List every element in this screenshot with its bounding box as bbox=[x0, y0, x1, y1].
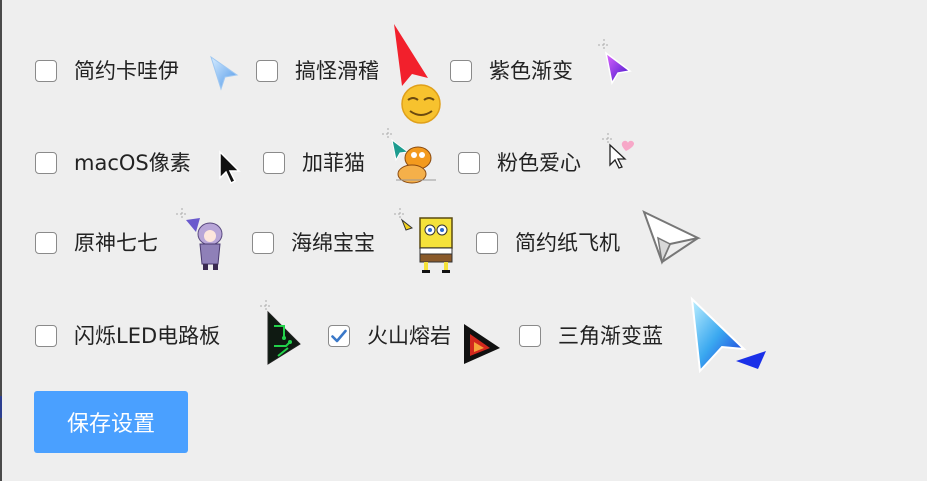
garfield-cursor-icon bbox=[378, 126, 438, 186]
checkbox[interactable] bbox=[35, 232, 57, 254]
option-label: 加菲猫 bbox=[302, 151, 365, 175]
option-label: 火山熔岩 bbox=[367, 324, 451, 348]
checkbox[interactable] bbox=[252, 232, 274, 254]
purple-gradient-cursor-icon bbox=[590, 37, 634, 87]
option-pink-heart[interactable]: 粉色爱心 bbox=[458, 151, 581, 175]
option-label: 粉色爱心 bbox=[497, 151, 581, 175]
option-volcano-lava[interactable]: 火山熔岩 bbox=[328, 324, 451, 348]
option-blue-triangle-gradient[interactable]: 三角渐变蓝 bbox=[519, 324, 663, 348]
option-purple-gradient[interactable]: 紫色渐变 bbox=[450, 59, 573, 83]
led-circuit-cursor-icon bbox=[256, 298, 312, 366]
checkbox[interactable] bbox=[256, 60, 278, 82]
option-simple-kawaii[interactable]: 简约卡哇伊 bbox=[35, 59, 179, 83]
option-paper-plane[interactable]: 简约纸飞机 bbox=[476, 231, 620, 255]
option-label: 海绵宝宝 bbox=[291, 231, 375, 255]
checkbox-checked[interactable] bbox=[328, 325, 350, 347]
checkbox[interactable] bbox=[476, 232, 498, 254]
pink-heart-cursor-icon bbox=[598, 131, 638, 171]
spongebob-cursor-icon bbox=[390, 206, 460, 274]
option-label: 搞怪滑稽 bbox=[295, 59, 379, 83]
option-macos-pixel[interactable]: macOS像素 bbox=[35, 151, 191, 175]
paper-plane-cursor-icon bbox=[640, 208, 702, 266]
checkbox[interactable] bbox=[450, 60, 472, 82]
option-led-circuit[interactable]: 闪烁LED电路板 bbox=[35, 324, 220, 348]
red-arrow-smiley-cursor-icon bbox=[388, 20, 444, 126]
checkbox[interactable] bbox=[458, 152, 480, 174]
option-label: 简约卡哇伊 bbox=[74, 59, 179, 83]
option-label: macOS像素 bbox=[74, 151, 191, 175]
volcano-lava-cursor-icon bbox=[460, 322, 506, 366]
macos-pixel-cursor-icon bbox=[216, 150, 246, 186]
option-label: 三角渐变蓝 bbox=[558, 324, 663, 348]
option-genshin-qiqi[interactable]: 原神七七 bbox=[35, 231, 158, 255]
option-spongebob[interactable]: 海绵宝宝 bbox=[252, 231, 375, 255]
option-funny[interactable]: 搞怪滑稽 bbox=[256, 59, 379, 83]
blue-triangle-gradient-cursor-icon bbox=[686, 295, 774, 375]
window-left-edge-accent bbox=[0, 396, 2, 418]
checkbox[interactable] bbox=[519, 325, 541, 347]
option-label: 紫色渐变 bbox=[489, 59, 573, 83]
option-label: 原神七七 bbox=[74, 231, 158, 255]
blue-arrow-cursor-icon bbox=[205, 53, 241, 93]
checkbox[interactable] bbox=[35, 152, 57, 174]
checkbox[interactable] bbox=[263, 152, 285, 174]
option-label: 简约纸飞机 bbox=[515, 231, 620, 255]
save-settings-button[interactable]: 保存设置 bbox=[34, 391, 188, 453]
option-label: 闪烁LED电路板 bbox=[74, 324, 221, 348]
checkbox[interactable] bbox=[35, 325, 57, 347]
genshin-qiqi-cursor-icon bbox=[172, 206, 232, 272]
option-garfield[interactable]: 加菲猫 bbox=[263, 151, 365, 175]
checkbox[interactable] bbox=[35, 60, 57, 82]
